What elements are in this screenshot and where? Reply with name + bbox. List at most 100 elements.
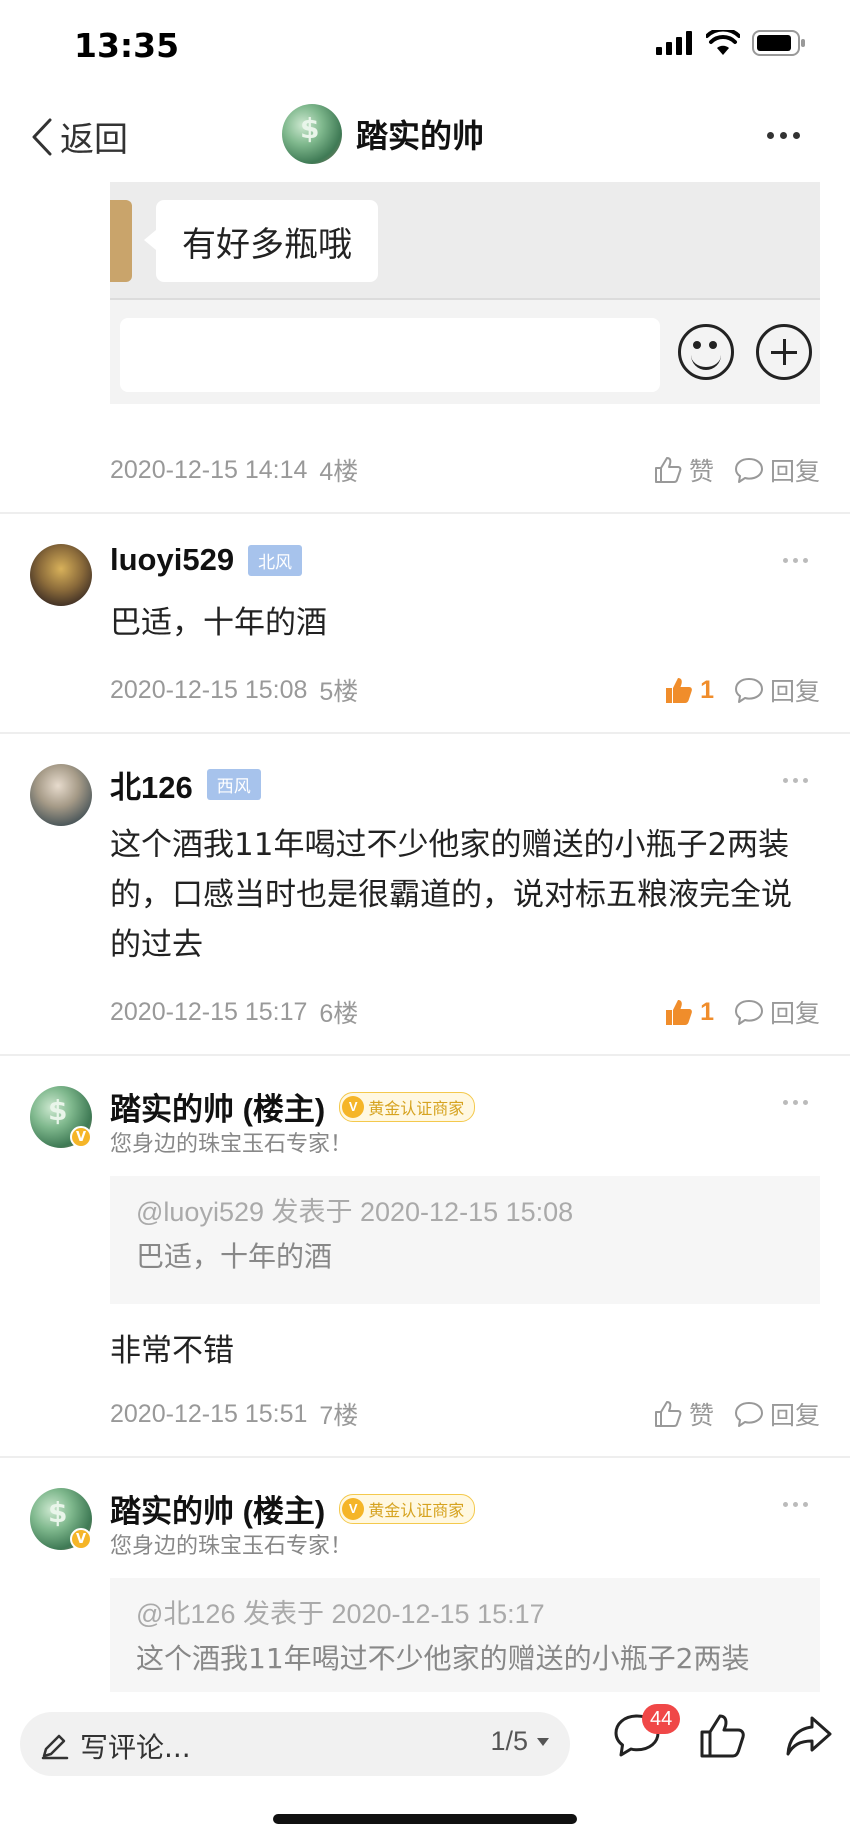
comment-more-icon[interactable] xyxy=(783,1100,808,1105)
username[interactable]: 踏实的帅 (楼主) xyxy=(110,1084,325,1129)
reply-button[interactable]: 回复 xyxy=(734,672,820,708)
quoted-comment[interactable]: @北126 发表于 2020-12-15 15:17 这个酒我11年喝过不少他家… xyxy=(110,1578,820,1692)
thumbs-up-filled-icon xyxy=(666,678,692,703)
gold-v-icon: V xyxy=(342,1497,365,1520)
username[interactable]: 北126 xyxy=(110,762,193,807)
comment-author[interactable]: 北126 西风 xyxy=(110,762,261,807)
wifi-icon xyxy=(706,30,740,55)
comment-author[interactable]: 踏实的帅 (楼主) V 黄金认证商家 xyxy=(110,1084,476,1129)
reply-label: 回复 xyxy=(769,1000,820,1028)
comment-icon xyxy=(734,1000,763,1025)
post-meta: 2020-12-15 15:51 7楼 赞 回复 xyxy=(110,1394,820,1434)
user-signature: 您身边的珠宝玉石专家！ xyxy=(110,1534,353,1559)
quote-text: 这个酒我11年喝过不少他家的赠送的小瓶子2两装 xyxy=(136,1642,750,1675)
plus-circle-icon xyxy=(756,324,812,380)
merchant-badge-label: 黄金认证商家 xyxy=(368,1502,465,1520)
nav-user[interactable]: 踏实的帅 xyxy=(282,104,484,164)
page-selector[interactable]: 1/5 xyxy=(490,1726,550,1757)
reply-button[interactable]: 回复 xyxy=(734,994,820,1030)
level-tag: 西风 xyxy=(206,769,261,800)
nav-bar: 返回 踏实的帅 xyxy=(0,92,850,182)
username[interactable]: luoyi529 xyxy=(110,542,234,578)
like-label: 赞 xyxy=(688,1402,714,1430)
thumbs-up-filled-icon xyxy=(666,1000,692,1025)
post-meta: 2020-12-15 15:08 5楼 1 回复 xyxy=(110,670,820,710)
avatar[interactable] xyxy=(30,544,92,606)
divider xyxy=(0,1054,850,1056)
comment-body: 非常不错 xyxy=(110,1333,234,1369)
reply-button[interactable]: 回复 xyxy=(734,1396,820,1432)
thumbs-up-outline-icon xyxy=(654,1401,682,1427)
comment-icon xyxy=(734,678,763,703)
comment-icon xyxy=(734,1402,763,1427)
comment-count-badge: 44 xyxy=(642,1704,681,1734)
pencil-icon xyxy=(41,1734,69,1760)
battery-icon xyxy=(752,30,805,56)
caret-down-icon xyxy=(537,1737,549,1746)
page-indicator: 1/5 xyxy=(490,1726,528,1756)
quoted-comment[interactable]: @luoyi529 发表于 2020-12-15 15:08 巴适，十年的酒 xyxy=(110,1176,820,1304)
image-chat-bubble: 有好多瓶哦 xyxy=(144,200,378,282)
image-input-field xyxy=(120,318,660,392)
merchant-badge: V 黄金认证商家 xyxy=(339,1091,476,1122)
status-bar: 13:35 xyxy=(0,0,850,92)
comment-body: 这个酒我11年喝过不少他家的赠送的小瓶子2两装的，口感当时也是很霸道的，说对标五… xyxy=(110,827,792,963)
level-tag: 北风 xyxy=(248,544,303,576)
comment-author[interactable]: 踏实的帅 (楼主) V 黄金认证商家 xyxy=(110,1486,476,1531)
reply-label: 回复 xyxy=(769,1402,820,1430)
post-meta: 2020-12-15 14:14 4楼 赞 回复 xyxy=(110,450,820,490)
comment-more-icon[interactable] xyxy=(783,558,808,563)
home-indicator[interactable] xyxy=(273,1814,577,1824)
comment-body: 巴适，十年的酒 xyxy=(110,605,327,641)
emoji-icon xyxy=(678,324,734,380)
merchant-badge-label: 黄金认证商家 xyxy=(368,1100,465,1118)
like-button[interactable]: 赞 xyxy=(653,1396,714,1432)
back-label: 返回 xyxy=(60,120,128,160)
quote-header: @北126 发表于 2020-12-15 15:17 xyxy=(136,1599,545,1629)
post-time: 2020-12-15 15:51 xyxy=(110,1399,308,1428)
image-input-bar xyxy=(110,300,820,404)
reply-label: 回复 xyxy=(769,678,820,706)
avatar[interactable] xyxy=(282,104,342,164)
comment-more-icon[interactable] xyxy=(783,1502,808,1507)
share-icon[interactable] xyxy=(784,1712,834,1760)
write-comment-input[interactable]: 写评论... 1/5 xyxy=(20,1712,570,1776)
thumbs-up-icon[interactable] xyxy=(698,1712,748,1760)
status-icons xyxy=(656,30,806,56)
comment-more-icon[interactable] xyxy=(783,778,808,783)
post-time: 2020-12-15 15:08 xyxy=(110,675,308,704)
post-floor: 4楼 xyxy=(319,458,359,486)
post-meta: 2020-12-15 15:17 6楼 1 回复 xyxy=(110,992,820,1032)
image-avatar-fragment xyxy=(110,200,132,282)
post-floor: 7楼 xyxy=(319,1402,359,1430)
back-button[interactable]: 返回 xyxy=(30,112,128,161)
verified-badge-icon: V xyxy=(70,1126,92,1148)
like-label: 赞 xyxy=(688,458,714,486)
gold-v-icon: V xyxy=(342,1095,365,1118)
like-button[interactable]: 1 xyxy=(664,675,714,705)
post-time: 2020-12-15 15:17 xyxy=(110,997,308,1026)
comment-placeholder: 写评论... xyxy=(80,1731,191,1764)
more-options-icon[interactable] xyxy=(767,132,800,139)
like-count: 1 xyxy=(700,997,714,1026)
divider xyxy=(0,1456,850,1458)
status-time: 13:35 xyxy=(74,26,180,65)
post-floor: 5楼 xyxy=(319,678,359,706)
like-count: 1 xyxy=(700,675,714,704)
chevron-left-icon xyxy=(32,118,52,155)
post-image[interactable]: 有好多瓶哦 xyxy=(110,182,820,404)
comment-icon xyxy=(734,458,763,483)
like-button[interactable]: 赞 xyxy=(653,452,714,488)
user-signature: 您身边的珠宝玉石专家！ xyxy=(110,1132,353,1157)
like-button[interactable]: 1 xyxy=(664,997,714,1027)
reply-label: 回复 xyxy=(769,458,820,486)
reply-button[interactable]: 回复 xyxy=(734,452,820,488)
divider xyxy=(0,512,850,514)
divider xyxy=(0,732,850,734)
avatar[interactable] xyxy=(30,764,92,826)
verified-badge-icon: V xyxy=(70,1528,92,1550)
comment-author[interactable]: luoyi529 北风 xyxy=(110,542,303,578)
username[interactable]: 踏实的帅 (楼主) xyxy=(110,1486,325,1531)
thumbs-up-outline-icon xyxy=(654,457,682,483)
quote-text: 巴适，十年的酒 xyxy=(136,1240,333,1273)
